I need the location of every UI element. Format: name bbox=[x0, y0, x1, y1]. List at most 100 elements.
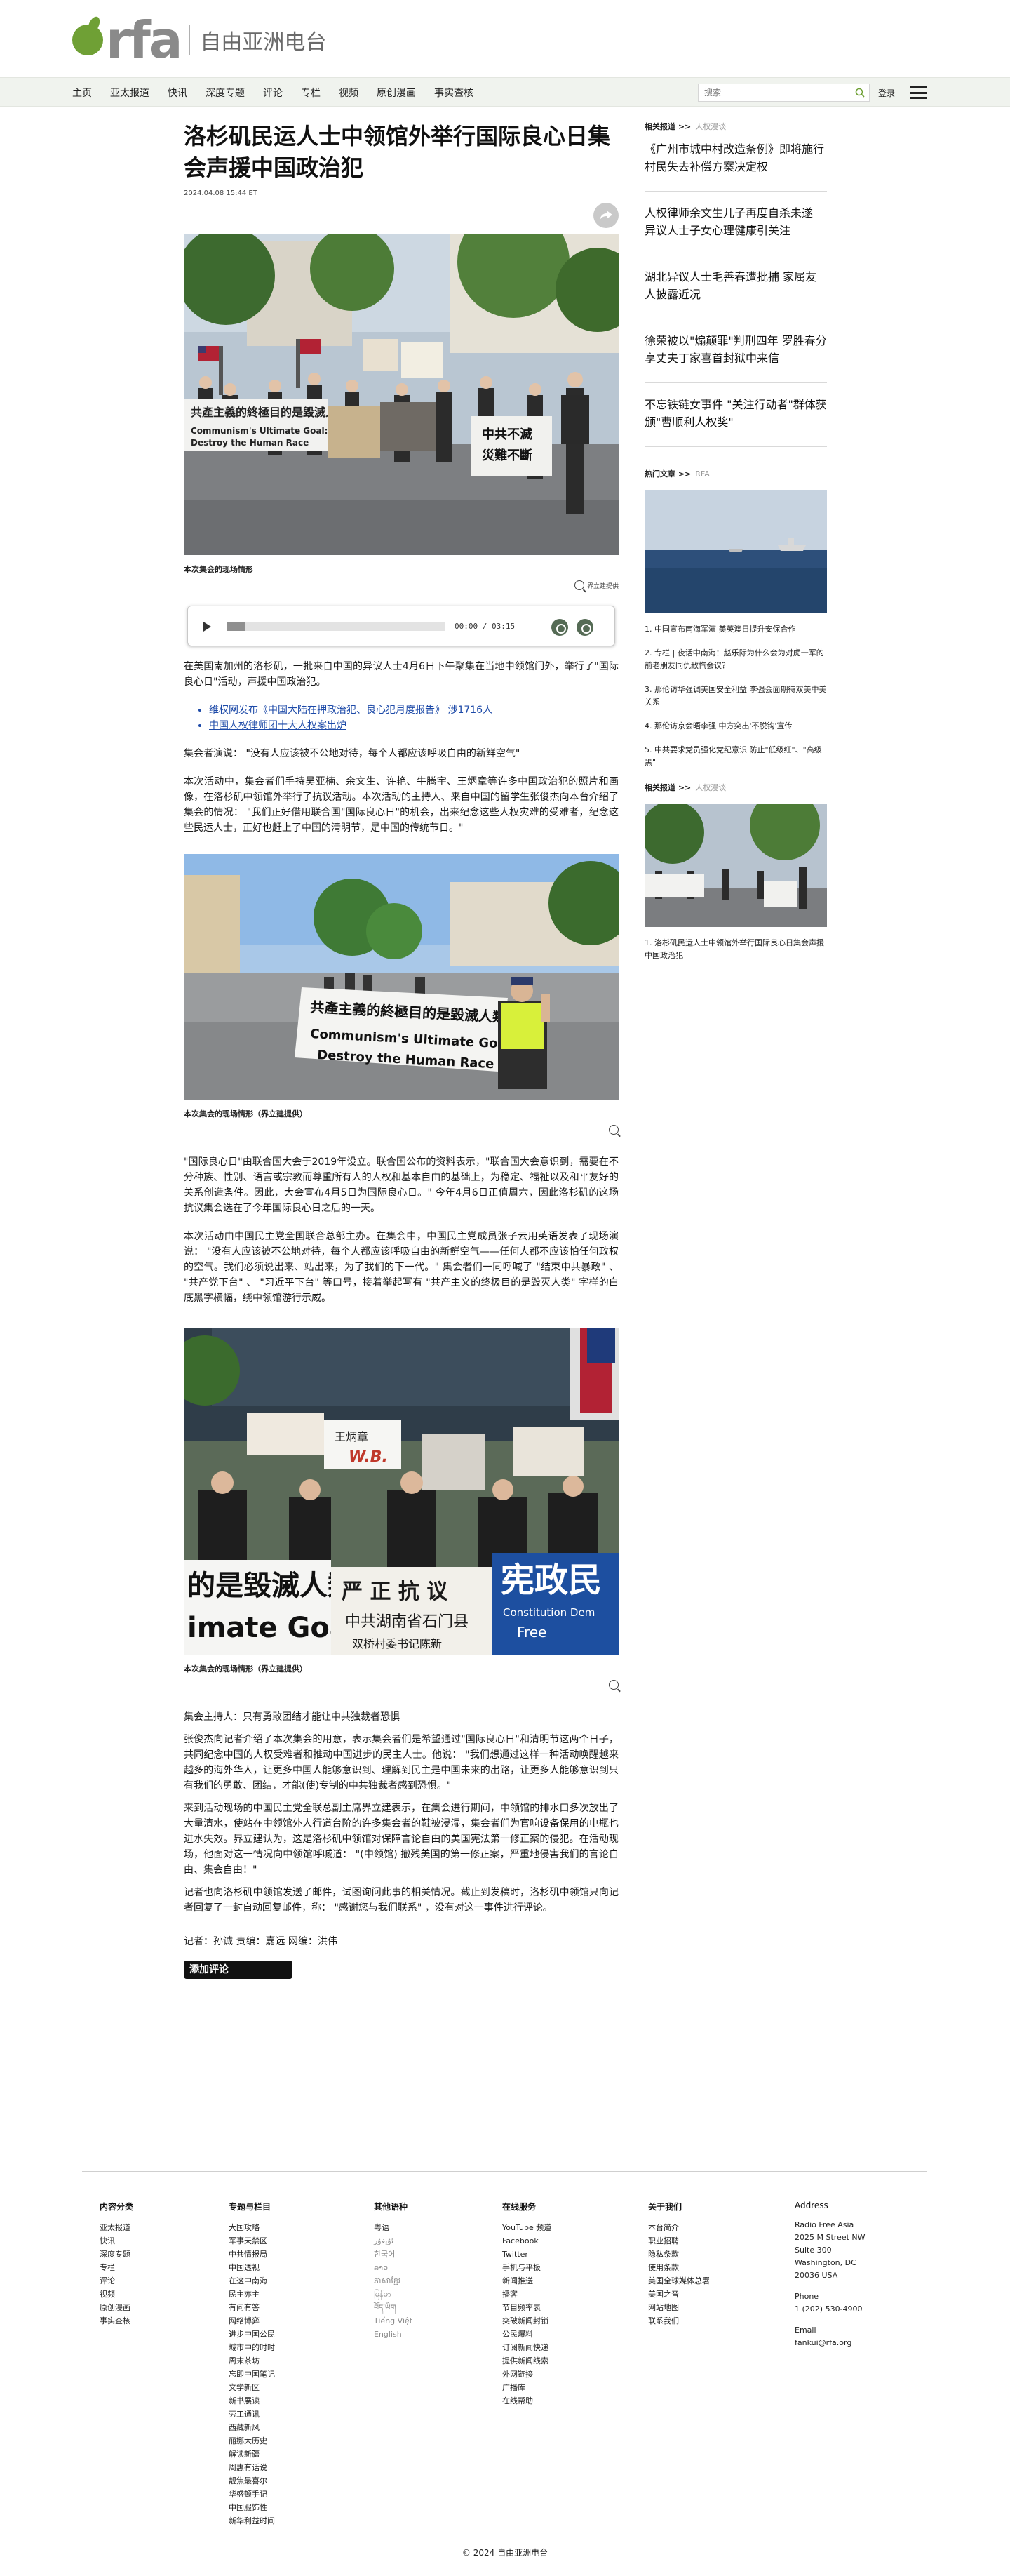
related-story-link[interactable]: 不忘铁链女事件 "关注行动者"群体获颁"曹顺利人权奖" bbox=[645, 383, 827, 447]
search-icon[interactable] bbox=[851, 84, 869, 101]
footer-link[interactable]: 在线帮助 bbox=[502, 2394, 551, 2408]
nav-item[interactable]: 深度专题 bbox=[206, 86, 245, 100]
email-address[interactable]: fankui@rfa.org bbox=[795, 2337, 866, 2349]
footer-link[interactable]: 文学新区 bbox=[229, 2381, 275, 2394]
footer-link[interactable]: 西藏新风 bbox=[229, 2421, 275, 2434]
related-story-link[interactable]: 《广州市城中村改造条例》即将施行 村民失去补偿方案决定权 bbox=[645, 132, 827, 192]
related2-thumbnail[interactable] bbox=[645, 804, 827, 927]
audio-progress-bar[interactable] bbox=[227, 622, 445, 631]
related2-story-link[interactable]: 1. 洛杉矶民运人士中领馆外举行国际良心日集会声援中国政治犯 bbox=[645, 937, 827, 962]
footer-link[interactable]: 突破新闻封锁 bbox=[502, 2314, 551, 2328]
nav-item[interactable]: 原创漫画 bbox=[377, 86, 416, 100]
footer-link[interactable]: 美国全球媒体总署 bbox=[648, 2274, 710, 2288]
footer-link[interactable]: 亚太报道 bbox=[100, 2221, 133, 2234]
footer-link[interactable]: 隐私条款 bbox=[648, 2248, 710, 2261]
footer-link[interactable]: 靓焦最喜尔 bbox=[229, 2474, 275, 2488]
related-link[interactable]: 中国人权律师团十大人权案出炉 bbox=[209, 720, 346, 731]
footer-link[interactable]: Tiếng Việt bbox=[374, 2314, 412, 2328]
footer-link[interactable]: 丽娜大历史 bbox=[229, 2434, 275, 2448]
footer-link[interactable]: 中国服饰性 bbox=[229, 2501, 275, 2514]
footer-link[interactable]: 大国攻略 bbox=[229, 2221, 275, 2234]
footer-link[interactable]: བོད་ཡིག bbox=[374, 2301, 412, 2314]
footer-link[interactable]: 民主亦主 bbox=[229, 2288, 275, 2301]
footer-link[interactable]: Twitter bbox=[502, 2248, 551, 2261]
hot-story-link[interactable]: 2. 专栏 | 夜话中南海：赵乐际为什么会为对虎一军的前老朋友同仇敌忾会议？ bbox=[645, 647, 827, 672]
footer-link[interactable]: 网络博弈 bbox=[229, 2314, 275, 2328]
search-input[interactable] bbox=[699, 84, 851, 101]
nav-item[interactable]: 主页 bbox=[72, 86, 92, 100]
footer-link[interactable]: 播客 bbox=[502, 2288, 551, 2301]
footer-link[interactable]: 中国透视 bbox=[229, 2261, 275, 2274]
nav-item[interactable]: 事实查核 bbox=[434, 86, 473, 100]
footer-link[interactable]: 节目频率表 bbox=[502, 2301, 551, 2314]
footer-link[interactable]: 粤语 bbox=[374, 2221, 412, 2234]
footer-link[interactable]: YouTube 频道 bbox=[502, 2221, 551, 2234]
nav-item[interactable]: 快讯 bbox=[168, 86, 187, 100]
footer-link[interactable]: 解读新疆 bbox=[229, 2448, 275, 2461]
footer-link[interactable]: 公民爆料 bbox=[502, 2328, 551, 2341]
footer-link[interactable]: 本台简介 bbox=[648, 2221, 710, 2234]
footer-link[interactable]: 新闻推送 bbox=[502, 2274, 551, 2288]
audio-download-icon[interactable] bbox=[577, 619, 593, 636]
footer-link[interactable]: 新华利益时间 bbox=[229, 2514, 275, 2528]
related-story-link[interactable]: 湖北异议人士毛善春遭批捕 家属友人披露近况 bbox=[645, 255, 827, 319]
related2-head-label[interactable]: 相关报道 >> bbox=[645, 783, 691, 792]
footer-link[interactable]: 深度专题 bbox=[100, 2248, 133, 2261]
article-photo-banner[interactable]: 共產主義的終極目的是毀滅人類 Communism's Ultimate Goal… bbox=[184, 854, 619, 1100]
related-story-link[interactable]: 徐荣被以"煽颠罪"判刑四年 罗胜春分享丈夫丁家喜首封狱中来信 bbox=[645, 319, 827, 383]
footer-link[interactable]: ລາວ bbox=[374, 2261, 412, 2274]
footer-link[interactable]: 忘即中国笔记 bbox=[229, 2368, 275, 2381]
footer-link[interactable]: 联系我们 bbox=[648, 2314, 710, 2328]
footer-link[interactable]: 专栏 bbox=[100, 2261, 133, 2274]
enlarge-button[interactable] bbox=[184, 1125, 619, 1135]
footer-link[interactable]: 视频 bbox=[100, 2288, 133, 2301]
related-head-label[interactable]: 相关报道 >> bbox=[645, 122, 691, 131]
nav-item[interactable]: 评论 bbox=[263, 86, 283, 100]
footer-link[interactable]: 事实查核 bbox=[100, 2314, 133, 2328]
footer-link[interactable]: 军事天禁区 bbox=[229, 2234, 275, 2248]
footer-link[interactable]: 周惠有话说 bbox=[229, 2461, 275, 2474]
play-icon[interactable] bbox=[203, 622, 211, 632]
hot-story-link[interactable]: 4. 那伦访京会晤李强 中方突出'不脱钩'宣传 bbox=[645, 720, 827, 733]
footer-link[interactable]: 评论 bbox=[100, 2274, 133, 2288]
article-photo-protest[interactable]: 王炳章 W.B. 的是毀滅人類 imate Goal: 严 正 抗 议 中共湖南… bbox=[184, 1328, 619, 1655]
footer-link[interactable]: 新书展读 bbox=[229, 2394, 275, 2408]
footer-link[interactable]: မြန်မာ bbox=[374, 2288, 412, 2301]
footer-link[interactable]: 한국어 bbox=[374, 2248, 412, 2261]
footer-link[interactable]: Facebook bbox=[502, 2234, 551, 2248]
related-story-link[interactable]: 人权律师余文生儿子再度自杀未遂 异议人士子女心理健康引关注 bbox=[645, 192, 827, 255]
footer-link[interactable]: 快讯 bbox=[100, 2234, 133, 2248]
footer-link[interactable]: ئۇيغۇر bbox=[374, 2234, 412, 2248]
nav-item[interactable]: 视频 bbox=[339, 86, 358, 100]
hot-thumbnail[interactable] bbox=[645, 490, 827, 613]
enlarge-button[interactable] bbox=[184, 1680, 619, 1690]
share-icon[interactable] bbox=[593, 203, 619, 228]
footer-link[interactable]: 原创漫画 bbox=[100, 2301, 133, 2314]
phone-number[interactable]: 1 (202) 530-4900 bbox=[795, 2303, 866, 2316]
footer-link[interactable]: 城市中的时时 bbox=[229, 2341, 275, 2354]
footer-link[interactable]: 进步中国公民 bbox=[229, 2328, 275, 2341]
footer-link[interactable]: ភាសាខ្មែរ bbox=[374, 2274, 412, 2288]
hamburger-menu-icon[interactable] bbox=[910, 86, 927, 99]
nav-item[interactable]: 专栏 bbox=[301, 86, 321, 100]
footer-link[interactable]: 网站地图 bbox=[648, 2301, 710, 2314]
footer-link[interactable]: English bbox=[374, 2328, 412, 2341]
audio-speed-icon[interactable] bbox=[551, 619, 568, 636]
footer-link[interactable]: 广播库 bbox=[502, 2381, 551, 2394]
login-link[interactable]: 登录 bbox=[878, 87, 895, 99]
footer-link[interactable]: 美国之音 bbox=[648, 2288, 710, 2301]
footer-link[interactable]: 外网链接 bbox=[502, 2368, 551, 2381]
article-photo-rally[interactable]: 共產主義的終極目的是毀滅人類 Communism's Ultimate Goal… bbox=[184, 234, 619, 555]
footer-link[interactable]: 手机与平板 bbox=[502, 2261, 551, 2274]
footer-link[interactable]: 在这中南海 bbox=[229, 2274, 275, 2288]
footer-link[interactable]: 职业招聘 bbox=[648, 2234, 710, 2248]
nav-item[interactable]: 亚太报道 bbox=[110, 86, 149, 100]
hot-story-link[interactable]: 1. 中国宣布南海军演 美英澳日提升安保合作 bbox=[645, 623, 827, 636]
enlarge-button[interactable]: 界立建提供 bbox=[184, 580, 619, 590]
hot-head-label[interactable]: 热门文章 >> bbox=[645, 469, 691, 479]
rfa-logo[interactable]: rfa 自由亚洲电台 bbox=[72, 15, 326, 65]
footer-link[interactable]: 使用条款 bbox=[648, 2261, 710, 2274]
hot-story-link[interactable]: 3. 那伦访华强调美国安全利益 李强会面期待双美中美关系 bbox=[645, 683, 827, 709]
footer-link[interactable]: 提供新闻线索 bbox=[502, 2354, 551, 2368]
add-comment-button[interactable]: 添加评论 bbox=[184, 1961, 292, 1979]
